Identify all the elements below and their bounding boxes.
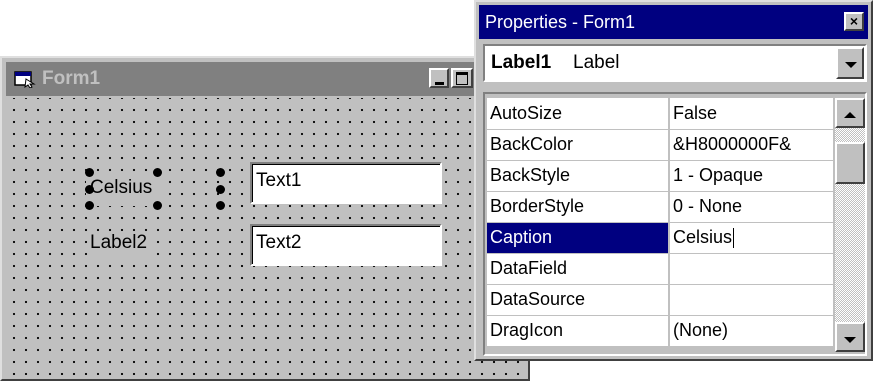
property-name[interactable]: DragIcon xyxy=(487,315,670,347)
label1-control-selected[interactable]: Celsius xyxy=(86,172,160,206)
form-designer-window: Form1 Celsius Label2 Text1 Text2 xyxy=(0,56,530,381)
object-name: Label1 xyxy=(491,52,552,73)
property-row[interactable]: DataSource xyxy=(487,284,833,316)
properties-title: Properties - Form1 xyxy=(485,12,636,32)
close-icon[interactable]: × xyxy=(844,12,864,31)
property-name[interactable]: Caption xyxy=(487,222,670,254)
scroll-thumb[interactable] xyxy=(835,142,865,184)
properties-window: Properties - Form1 × Label1 Label AutoSi… xyxy=(474,0,873,361)
property-value-text: Celsius xyxy=(673,226,733,247)
form-design-surface[interactable]: Celsius Label2 Text1 Text2 xyxy=(6,98,524,375)
property-row[interactable]: BackStyle 1 - Opaque xyxy=(487,160,833,192)
property-name[interactable]: BackStyle xyxy=(487,160,670,192)
property-row[interactable]: BorderStyle 0 - None xyxy=(487,191,833,223)
form-titlebar[interactable]: Form1 xyxy=(6,62,524,96)
selection-handle[interactable] xyxy=(85,168,94,177)
property-value-editor[interactable]: Celsius xyxy=(669,222,833,254)
selection-handle[interactable] xyxy=(216,201,225,210)
property-value[interactable]: 0 - None xyxy=(669,191,833,223)
selection-handle[interactable] xyxy=(85,201,94,210)
property-row[interactable]: DragIcon (None) xyxy=(487,315,833,347)
vertical-scrollbar[interactable] xyxy=(835,98,865,352)
property-name[interactable]: DataSource xyxy=(487,284,670,316)
property-row[interactable]: AutoSize False xyxy=(487,98,833,130)
selection-handle[interactable] xyxy=(216,185,225,194)
selection-handle[interactable] xyxy=(153,201,162,210)
property-name[interactable]: DataField xyxy=(487,253,670,285)
scroll-down-arrow-icon xyxy=(844,337,856,343)
object-selector-combo[interactable]: Label1 Label xyxy=(483,44,867,82)
scroll-up-button[interactable] xyxy=(835,98,865,128)
property-value[interactable]: &H8000000F& xyxy=(669,129,833,161)
property-row[interactable]: DataField xyxy=(487,253,833,285)
property-row[interactable]: BackColor &H8000000F& xyxy=(487,129,833,161)
maximize-icon[interactable] xyxy=(451,68,473,88)
properties-grid: AutoSize False BackColor &H8000000F& Bac… xyxy=(483,92,867,356)
dropdown-arrow-icon xyxy=(845,62,857,68)
property-value[interactable]: (None) xyxy=(669,315,833,347)
property-name[interactable]: AutoSize xyxy=(487,98,670,130)
properties-titlebar[interactable]: Properties - Form1 × xyxy=(479,5,868,39)
property-value[interactable]: 1 - Opaque xyxy=(669,160,833,192)
properties-table: AutoSize False BackColor &H8000000F& Bac… xyxy=(487,98,833,347)
object-type: Label xyxy=(573,52,620,73)
selection-handle[interactable] xyxy=(85,185,94,194)
property-name[interactable]: BorderStyle xyxy=(487,191,670,223)
property-name[interactable]: BackColor xyxy=(487,129,670,161)
selection-handle[interactable] xyxy=(153,168,162,177)
text2-textbox[interactable]: Text2 xyxy=(250,224,442,266)
scroll-up-arrow-icon xyxy=(844,112,856,118)
minimize-icon[interactable] xyxy=(429,68,449,88)
form-title: Form1 xyxy=(42,68,101,89)
combo-dropdown-button[interactable] xyxy=(836,47,864,79)
text1-textbox[interactable]: Text1 xyxy=(250,162,442,204)
property-row-selected[interactable]: Caption Celsius xyxy=(487,222,833,254)
scroll-down-button[interactable] xyxy=(835,322,865,352)
text-caret xyxy=(733,228,735,249)
selection-handle[interactable] xyxy=(216,168,225,177)
property-value[interactable] xyxy=(669,284,833,316)
form-icon xyxy=(14,71,36,88)
label2-control[interactable]: Label2 xyxy=(90,232,156,256)
property-value[interactable] xyxy=(669,253,833,285)
property-value[interactable]: False xyxy=(669,98,833,130)
